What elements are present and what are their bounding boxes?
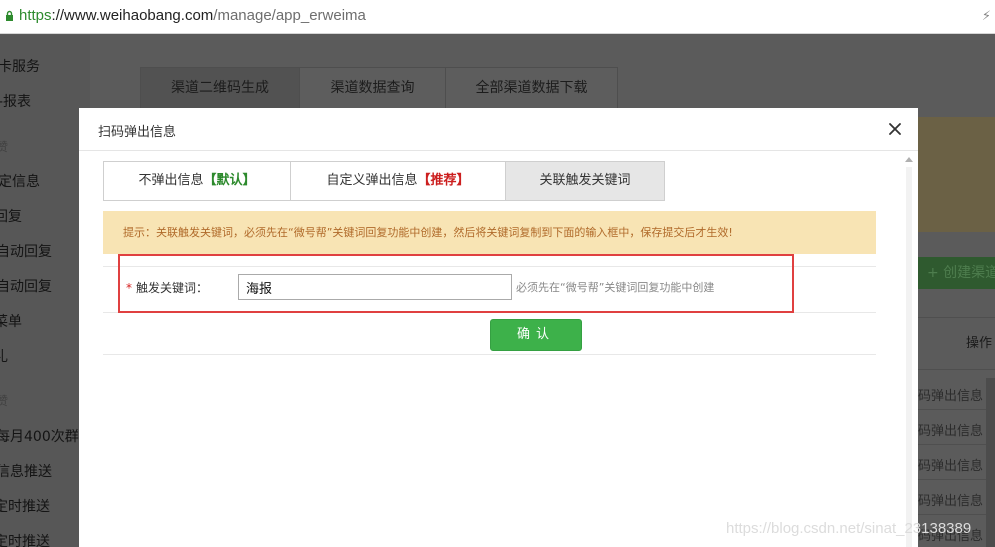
sidebar-item[interactable]: 礼	[0, 346, 8, 366]
scroll-up-icon[interactable]	[905, 157, 913, 162]
tab-custom-popup[interactable]: 自定义弹出信息【推荐】	[291, 162, 506, 200]
sidebar-item[interactable]: 定信息	[0, 171, 40, 191]
tip-banner: 提示：关联触发关键词，必须先在“微号帮”关键词回复功能中创建，然后将关键词复制到…	[103, 211, 876, 254]
browser-address-bar[interactable]: https://www.weihaobang.com/manage/app_er…	[0, 0, 995, 34]
url-scheme: https	[19, 7, 52, 24]
table-row-link[interactable]: 码弹出信息 | 修	[918, 490, 995, 509]
background-tabs: 渠道二维码生成 渠道数据查询 全部渠道数据下载	[140, 67, 618, 109]
close-icon[interactable]	[886, 120, 904, 138]
divider	[917, 409, 995, 410]
watermark: https://blog.csdn.net/sinat_23138389	[726, 520, 972, 537]
divider	[917, 444, 995, 445]
sidebar-item[interactable]: 信息推送	[0, 461, 52, 481]
tab-no-popup[interactable]: 不弹出信息【默认】	[104, 162, 291, 200]
recommended-tag: 【推荐】	[417, 173, 470, 188]
sidebar-item[interactable]: 自动回复	[0, 241, 52, 261]
confirm-button[interactable]: 确认	[490, 319, 582, 351]
scan-popup-dialog: 扫码弹出信息 不弹出信息【默认】 自定义弹出信息【推荐】 关联触发关键词 提示：…	[79, 108, 918, 547]
divider	[917, 479, 995, 480]
sidebar-item[interactable]: 定时推送	[0, 496, 50, 516]
scroll-track[interactable]	[906, 167, 912, 547]
table-row-link[interactable]: 码弹出信息 | 修	[918, 420, 995, 439]
tab-download-all[interactable]: 全部渠道数据下载	[446, 68, 617, 108]
lock-icon	[6, 10, 13, 21]
page-scrollbar[interactable]	[986, 378, 995, 547]
divider	[917, 514, 995, 515]
sidebar-item[interactable]: 定时推送	[0, 531, 50, 547]
table-header-operation: 操作	[966, 336, 993, 351]
background-notice	[917, 117, 995, 232]
sidebar: 卡服务 -报表 赞 定信息 回复 自动回复 自动回复 菜单 礼 赞 每月400次…	[0, 35, 93, 547]
create-channel-button[interactable]: + 创建渠道	[917, 257, 995, 289]
dialog-title: 扫码弹出信息	[98, 125, 177, 140]
sidebar-group: 赞	[0, 394, 9, 408]
sidebar-item[interactable]: 菜单	[0, 311, 22, 331]
popup-mode-tabs: 不弹出信息【默认】 自定义弹出信息【推荐】 关联触发关键词	[103, 161, 665, 201]
tab-label: 自定义弹出信息	[326, 173, 418, 188]
sidebar-item[interactable]: 自动回复	[0, 276, 52, 296]
url-text[interactable]: https://www.weihaobang.com/manage/app_er…	[19, 7, 366, 24]
sidebar-group: 赞	[0, 140, 9, 154]
divider	[103, 354, 876, 355]
tab-label: 关联触发关键词	[539, 173, 631, 188]
default-tag: 【默认】	[203, 173, 256, 188]
divider	[917, 317, 995, 318]
url-host: ://www.weihaobang.com	[51, 7, 214, 24]
table-row-link[interactable]: 码弹出信息 | 修	[918, 455, 995, 474]
tab-label: 不弹出信息	[138, 173, 204, 188]
sidebar-item[interactable]: -报表	[0, 91, 31, 111]
tab-keyword-trigger[interactable]: 关联触发关键词	[506, 162, 664, 200]
table-row-link[interactable]: 码弹出信息 | 修	[918, 385, 995, 404]
dialog-scrollbar[interactable]	[903, 151, 915, 547]
divider	[917, 369, 995, 370]
annotation-highlight-box	[118, 254, 794, 313]
dialog-header: 扫码弹出信息	[79, 108, 918, 151]
sidebar-item[interactable]: 回复	[0, 206, 22, 226]
sidebar-item[interactable]: 卡服务	[0, 56, 40, 76]
tab-data-query[interactable]: 渠道数据查询	[300, 68, 446, 108]
url-path: /manage/app_erweima	[213, 7, 366, 24]
lightning-icon[interactable]: ⚡	[982, 9, 991, 24]
tab-qrcode-generate[interactable]: 渠道二维码生成	[141, 68, 300, 108]
